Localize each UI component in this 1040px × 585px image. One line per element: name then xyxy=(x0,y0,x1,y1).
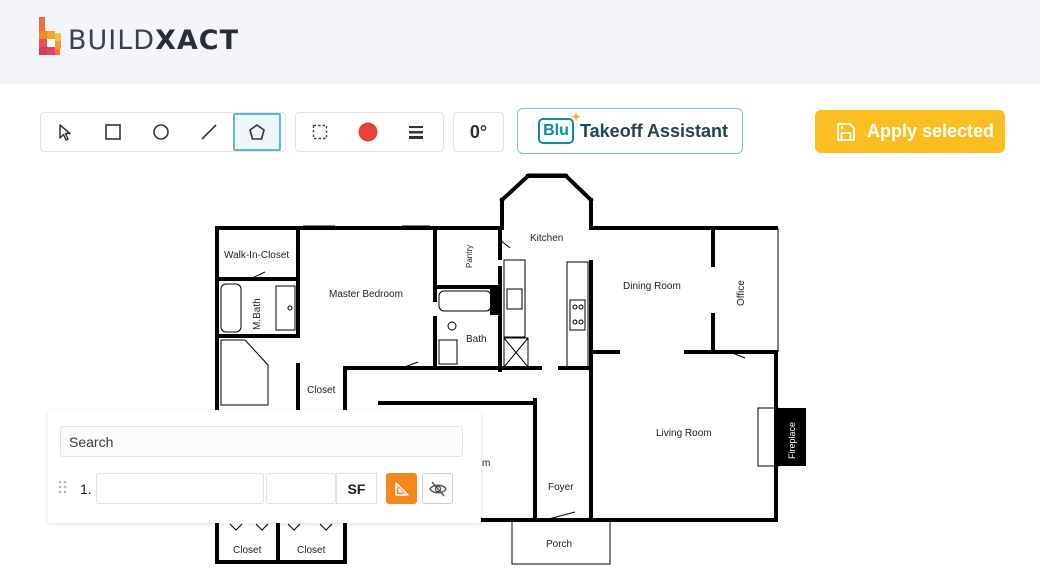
row-index: 1. xyxy=(80,481,92,497)
room-label-bath: Bath xyxy=(466,334,487,345)
room-label-master-bedroom: Master Bedroom xyxy=(329,289,403,300)
drag-handle-icon[interactable] xyxy=(58,480,68,494)
quantity-field[interactable] xyxy=(266,473,336,504)
name-field[interactable] xyxy=(96,473,264,504)
ruler-triangle-icon xyxy=(394,481,409,496)
room-label-partial: m xyxy=(482,458,490,469)
measure-button[interactable] xyxy=(386,473,417,504)
eye-off-icon xyxy=(428,481,447,496)
room-label-office: Office xyxy=(736,280,747,306)
search-input[interactable] xyxy=(60,426,463,457)
room-label-living-room: Living Room xyxy=(656,428,712,439)
room-label-dining-room: Dining Room xyxy=(623,281,681,292)
room-label-closet-2: Closet xyxy=(233,545,262,556)
unit-label: SF xyxy=(336,473,377,504)
room-label-closet: Closet xyxy=(307,385,336,396)
takeoff-panel: 1. SF xyxy=(48,410,481,523)
room-label-kitchen: Kitchen xyxy=(530,233,563,244)
visibility-toggle-button[interactable] xyxy=(422,473,453,504)
room-label-porch: Porch xyxy=(546,539,572,550)
room-label-walk-in-closet: Walk-In-Closet xyxy=(224,250,289,261)
room-label-closet-3: Closet xyxy=(297,545,326,556)
room-label-fireplace: Fireplace xyxy=(787,422,797,459)
fridge xyxy=(490,285,500,315)
room-label-foyer: Foyer xyxy=(548,482,574,493)
room-label-pantry: Pantry xyxy=(465,245,474,268)
room-label-m-bath: M.Bath xyxy=(252,298,263,330)
